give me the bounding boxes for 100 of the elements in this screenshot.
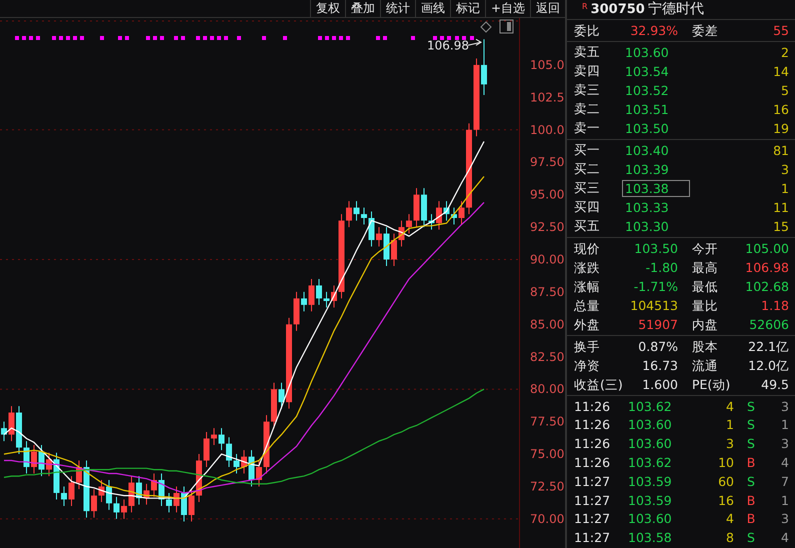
candlestick [248,450,254,487]
trade-volume: 1 [725,417,734,432]
candlestick [128,476,134,513]
ask-price: 103.51 [624,100,670,118]
bid-label: 买一 [574,142,601,159]
field-label: 涨跌 [574,258,601,277]
trade-side: B [746,511,756,526]
trade-count: 1 [780,492,789,508]
field-value: 105.00 [745,240,789,258]
field-label: 现价 [574,240,601,258]
candlestick [76,460,82,490]
candlestick [368,211,374,248]
high-price-label: 106.98 [427,38,469,52]
ask-volume: 14 [772,64,789,79]
trade-volume: 3 [725,436,734,452]
field-label: 股本 [691,338,719,356]
bid-price[interactable]: 103.33 [622,198,690,216]
field-value: -1.71% [634,278,678,296]
trade-volume: 4 [725,398,734,414]
candlestick [331,284,337,308]
candlestick [46,452,52,477]
bid-volume: 11 [772,200,789,215]
bid-label: 买五 [574,218,601,235]
field-label: 涨幅 [574,278,601,296]
field-value: 1.18 [761,296,789,315]
bid-price[interactable]: 103.38 [622,180,690,197]
bid-volume: 15 [772,218,789,234]
candlestick [481,38,487,96]
axis-label: 82.50 [530,350,564,364]
field-label: 外盘 [574,316,601,334]
bid-label: 买二 [574,160,601,178]
candlestick [256,460,262,487]
ask-label: 卖四 [574,62,601,80]
candlestick [421,188,427,228]
axis-label: 72.50 [530,479,564,494]
ask-volume: 5 [780,82,789,98]
trade-time: 11:26 [574,398,612,414]
ask-label: 卖三 [574,82,601,99]
candlestick [98,480,104,503]
axis-label: 77.50 [530,414,564,429]
field-label: 收益(三) [574,376,622,394]
candlestick [361,207,367,225]
axis-label: 100.0 [530,122,564,137]
candlestick [188,488,194,522]
candlestick [324,291,330,308]
axis-label: 97.50 [530,155,564,170]
diamond-icon[interactable] [480,21,492,33]
bid-price[interactable]: 103.30 [622,218,690,235]
trade-count: 7 [780,474,789,489]
trade-price: 103.60 [628,417,673,432]
bid-label: 买三 [574,180,601,197]
axis-label: 80.00 [530,382,564,396]
axis-label: 85.00 [530,317,564,332]
candlestick [8,406,14,442]
ask-label: 卖一 [574,120,601,137]
field-label: 内盘 [691,316,719,334]
field-label: 委差 [691,22,719,40]
candlestick [54,452,60,500]
candlestick [204,432,210,468]
ask-volume: 2 [780,44,789,60]
panel-toggle-icon[interactable] [500,20,514,34]
trade-price: 103.59 [628,492,673,508]
axis-label: 90.00 [530,252,564,266]
bid-volume: 1 [780,180,789,196]
trade-volume: 10 [717,454,734,470]
trade-price: 103.60 [628,436,673,452]
ask-price: 103.50 [624,120,670,137]
trade-volume: 60 [717,474,734,489]
field-value: 55 [773,22,789,40]
candlestick [428,214,434,230]
candlestick [114,496,120,520]
trade-count: 4 [780,454,789,470]
trade-count: 3 [780,436,789,452]
bid-price[interactable]: 103.39 [622,160,690,178]
field-label: 最高 [691,258,719,277]
field-value: 0.87% [638,338,678,356]
ask-volume: 16 [772,102,789,117]
field-label: PE(动) [691,376,732,394]
candlestick [16,406,22,455]
field-value: 1.600 [642,376,678,394]
candlestick [151,473,157,498]
candlestick [181,486,187,522]
candlestick [1,421,7,442]
trade-count: 3 [780,398,789,414]
bid-price[interactable]: 103.40 [622,142,690,159]
ask-price: 103.60 [624,44,670,61]
candlestick [278,382,284,410]
candlestick [91,488,97,518]
candlestick [414,188,420,228]
field-label: 换手 [574,338,601,356]
axis-label: 95.00 [530,188,564,202]
trade-side: S [746,398,756,414]
candlestick [38,444,44,477]
trade-price: 103.62 [628,454,673,470]
candlestick [218,428,224,451]
trade-time: 11:26 [574,417,612,432]
candlestick [384,226,390,266]
candlestick [241,450,247,474]
candlestick [166,492,172,513]
candlestick [406,214,412,234]
